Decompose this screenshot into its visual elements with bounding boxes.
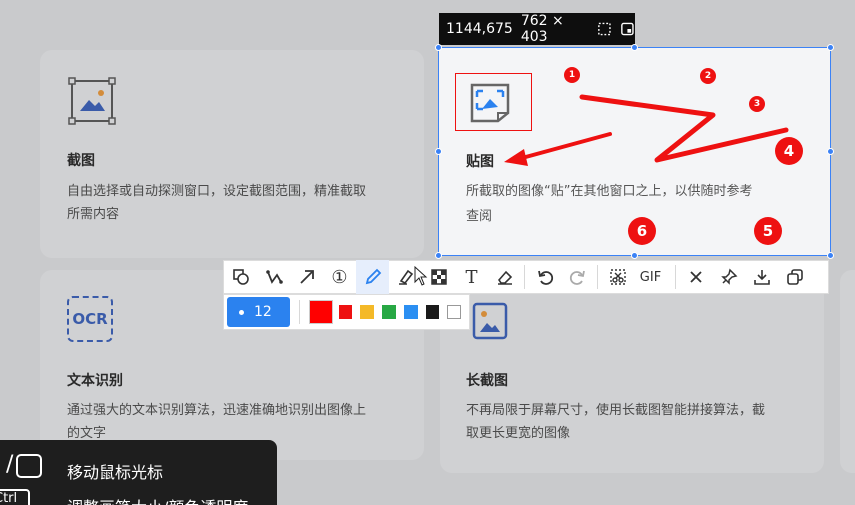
pen-size-selector[interactable]: 12 [227,297,290,327]
hint-line: 移动鼠标光标 [67,463,164,482]
shortcut-hint-panel: / 移动鼠标光标 Ctrl 调整画笔大小/颜色透明度 [0,440,277,505]
hint-line: 调整画笔大小/颜色透明度 [67,494,248,505]
annotation-layer [504,94,789,166]
eraser-icon [497,270,512,285]
download-icon [753,270,770,285]
number-badge[interactable]: 2 [700,68,716,84]
mouse-key-icon: / [0,452,46,480]
toolbar-divider [675,265,676,289]
copy-icon [786,269,803,285]
pen-size-value: 12 [254,304,272,320]
gif-label: GIF [639,269,662,285]
number-badge[interactable]: 5 [754,217,782,245]
scissor-capture-button[interactable] [601,260,634,294]
copy-button[interactable] [778,260,811,294]
color-swatch-white[interactable] [447,305,461,319]
toolbar-divider [299,300,300,324]
pen-options-bar: 12 [223,294,470,330]
polyline-icon [265,270,283,284]
toolbar-divider [597,265,598,289]
color-swatch-blue[interactable] [403,305,418,319]
pen-tool-button[interactable] [356,260,389,294]
text-icon: T [465,266,478,288]
redo-icon [569,270,585,285]
number-icon: ① [331,266,348,288]
number-badge[interactable]: 3 [749,96,765,112]
redo-button[interactable] [561,260,594,294]
number-tool-button[interactable]: ① [323,260,356,294]
pen-icon [365,268,381,285]
pin-button[interactable] [712,260,745,294]
scissor-icon [609,269,626,285]
color-swatch-green[interactable] [382,305,396,319]
close-button[interactable] [679,260,712,294]
arrow-icon [299,270,314,284]
eraser-tool-button[interactable] [488,260,521,294]
number-badge[interactable]: 1 [564,67,580,83]
number-badge[interactable]: 4 [775,137,803,165]
color-swatch-yellow[interactable] [360,305,375,319]
text-tool-button[interactable]: T [455,260,488,294]
toolbar-divider [524,265,525,289]
annotation-arrow [520,132,612,160]
undo-button[interactable] [528,260,561,294]
mouse-button-icon [16,454,42,478]
ctrl-key-icon: Ctrl [0,489,30,505]
number-badge[interactable]: 6 [628,217,656,245]
download-button[interactable] [745,260,778,294]
annotation-toolbar: ① T GIF [223,260,829,294]
color-swatch-red[interactable] [338,305,353,319]
highlighter-icon [398,269,413,285]
mosaic-icon [430,269,447,285]
annotation-arrowhead [504,149,528,166]
polyline-tool-button[interactable] [257,260,290,294]
gif-button[interactable]: GIF [634,260,667,294]
shapes-icon [232,269,249,285]
mouse-cursor-icon [414,266,428,286]
slash-glyph: / [6,452,14,477]
pin-icon [720,268,737,285]
rectangle-tool-button[interactable] [224,260,257,294]
color-swatch-black[interactable] [425,305,440,319]
close-icon [689,271,702,283]
size-dot-icon [239,309,244,315]
undo-icon [537,270,553,285]
color-swatch-selected[interactable] [308,300,333,324]
arrow-tool-button[interactable] [290,260,323,294]
